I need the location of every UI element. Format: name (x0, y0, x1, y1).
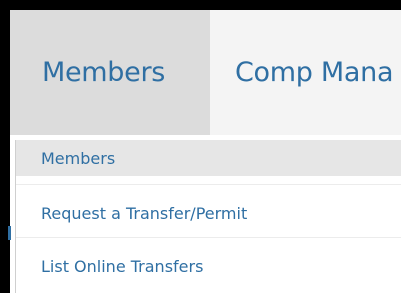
background-edge-marker (8, 226, 11, 240)
dropdown-divider (16, 237, 401, 238)
dropdown-item-request-transfer-label: Request a Transfer/Permit (41, 203, 248, 223)
members-dropdown-menu: Members Request a Transfer/Permit List O… (15, 140, 401, 293)
dropdown-item-members-label: Members (41, 148, 116, 168)
nav-tab-members[interactable]: Members (10, 10, 210, 135)
nav-tab-comp-management-label: Comp Mana (235, 57, 394, 88)
nav-tab-comp-management[interactable]: Comp Mana (235, 10, 401, 135)
nav-tab-members-label: Members (42, 57, 166, 88)
dropdown-item-request-transfer[interactable]: Request a Transfer/Permit (16, 195, 401, 231)
top-navigation-bar: Members Comp Mana (10, 10, 401, 135)
screenshot-frame: Members Comp Mana Members Request a Tran… (0, 0, 401, 293)
dropdown-item-members[interactable]: Members (16, 140, 401, 176)
dropdown-divider (16, 184, 401, 185)
dropdown-item-list-online-transfers-label: List Online Transfers (41, 256, 204, 276)
dropdown-item-list-online-transfers[interactable]: List Online Transfers (16, 248, 401, 284)
